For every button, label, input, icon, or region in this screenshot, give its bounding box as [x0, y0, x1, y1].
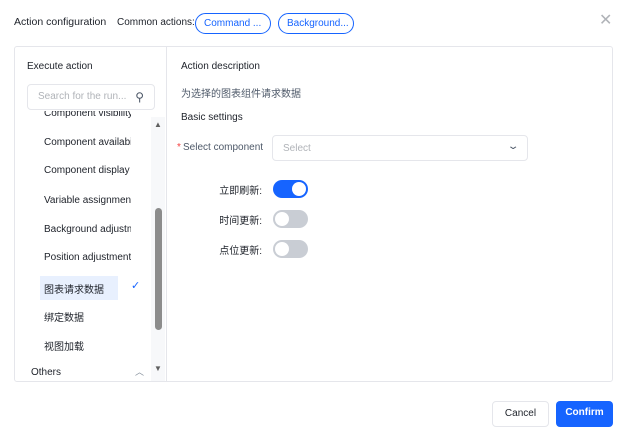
scroll-down-icon[interactable]: ▼: [154, 364, 162, 373]
chevron-down-icon: ⌄: [506, 141, 520, 152]
common-action-command[interactable]: Command ...: [195, 13, 271, 34]
select-component-dropdown[interactable]: Select ⌄: [272, 135, 528, 161]
basic-settings-heading: Basic settings: [181, 112, 243, 123]
list-item[interactable]: Variable assignment: [44, 195, 131, 206]
list-item[interactable]: Component availabil: [44, 137, 131, 148]
list-item[interactable]: Component display s: [44, 165, 131, 176]
time-update-toggle[interactable]: [273, 210, 308, 228]
search-placeholder: Search for the run...: [38, 91, 127, 102]
required-mark: *: [177, 142, 181, 153]
list-item[interactable]: Position adjustment: [44, 252, 131, 263]
immediate-refresh-toggle[interactable]: [273, 180, 308, 198]
action-description: 为选择的图表组件请求数据: [181, 89, 301, 100]
scroll-up-icon[interactable]: ▲: [154, 120, 162, 129]
select-placeholder: Select: [283, 143, 311, 154]
search-input[interactable]: Search for the run... ⚲: [27, 84, 155, 110]
toggle-label-point-update: 点位更新:: [219, 246, 262, 257]
chevron-up-icon[interactable]: ︿: [135, 365, 144, 378]
toggle-label-time-update: 时间更新:: [219, 216, 262, 227]
cancel-button[interactable]: Cancel: [492, 401, 549, 427]
list-item[interactable]: 绑定数据: [44, 309, 131, 324]
common-action-background[interactable]: Background...: [278, 13, 354, 34]
select-component-label: Select component: [183, 142, 264, 153]
confirm-button[interactable]: Confirm: [556, 401, 613, 427]
toggle-label-immediate-refresh: 立即刷新:: [219, 186, 262, 197]
scrollbar-thumb[interactable]: [155, 208, 162, 330]
list-item[interactable]: Background adjustm: [44, 224, 131, 235]
list-item[interactable]: 视图加载: [44, 338, 131, 353]
common-actions-label: Common actions:: [117, 17, 195, 28]
group-others[interactable]: Others: [31, 367, 61, 378]
dialog-title: Action configuration: [14, 16, 107, 28]
list-item-selected[interactable]: 图表请求数据: [44, 281, 131, 296]
execute-action-heading: Execute action: [27, 61, 93, 72]
action-list: Component visibility Component availabil…: [15, 111, 150, 381]
list-item[interactable]: Component visibility: [44, 111, 131, 119]
close-icon[interactable]: ✕: [599, 13, 613, 29]
action-description-heading: Action description: [181, 61, 260, 72]
search-icon[interactable]: ⚲: [135, 85, 144, 109]
check-icon: ✓: [131, 280, 141, 292]
point-update-toggle[interactable]: [273, 240, 308, 258]
